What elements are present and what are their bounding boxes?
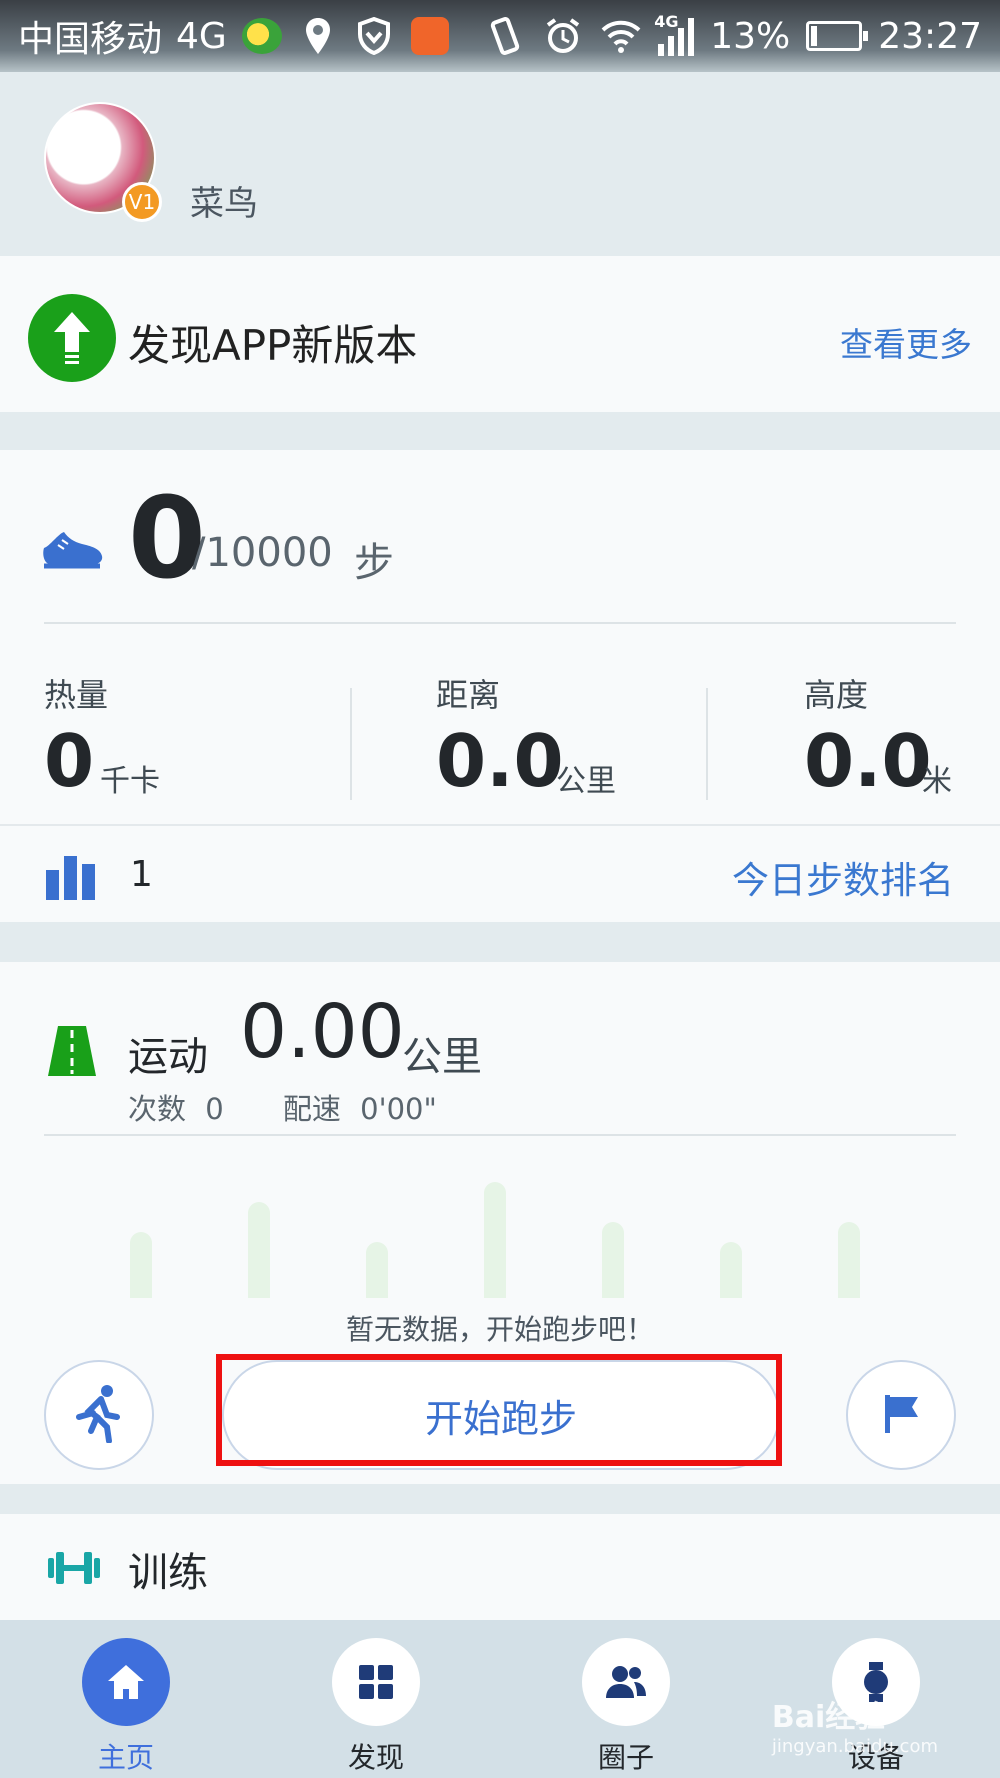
- update-banner[interactable]: 发现APP新版本 查看更多: [0, 256, 1000, 412]
- placeholder-bar: [602, 1222, 624, 1298]
- signal-icon: 4G: [654, 12, 695, 56]
- upload-arrow-icon: [28, 294, 116, 382]
- sport-distance: 0.00: [240, 989, 405, 1075]
- empty-message: 暂无数据，开始跑步吧！: [345, 1313, 654, 1346]
- placeholder-bar: [720, 1242, 742, 1298]
- pace-label: 配速: [282, 1092, 341, 1126]
- training-card[interactable]: 训练: [0, 1514, 1000, 1620]
- step-goal: /10000: [192, 530, 333, 576]
- altitude-label: 高度: [804, 676, 869, 714]
- profile-header: V1 菜鸟: [0, 72, 1000, 256]
- calories-value: 0: [44, 719, 95, 803]
- running-mode-button[interactable]: [44, 1360, 154, 1470]
- start-running-button[interactable]: 开始跑步: [222, 1360, 780, 1470]
- road-icon: [46, 1024, 98, 1082]
- tab-label: 发现: [347, 1741, 404, 1774]
- divider: [44, 622, 956, 624]
- rank-value: 1: [130, 854, 153, 895]
- distance-unit: 公里: [556, 764, 616, 799]
- sport-label: 运动: [128, 1034, 208, 1080]
- daily-step-ranking-link[interactable]: 今日步数排名: [732, 850, 954, 904]
- divider: [350, 688, 352, 800]
- calories-label: 热量: [44, 676, 109, 714]
- placeholder-bar: [248, 1202, 270, 1298]
- flag-icon: [879, 1391, 923, 1439]
- location-icon: [297, 15, 339, 57]
- placeholder-bar: [838, 1222, 860, 1298]
- shield-icon: [353, 15, 395, 57]
- altitude-unit: 米: [922, 764, 952, 799]
- tab-label: 圈子: [597, 1741, 654, 1774]
- tab-discover[interactable]: 发现: [306, 1638, 446, 1778]
- tab-home[interactable]: 主页: [56, 1638, 196, 1778]
- alarm-icon: [542, 15, 584, 57]
- tab-label: 主页: [97, 1741, 154, 1774]
- username[interactable]: 菜鸟: [190, 176, 258, 225]
- update-title: 发现APP新版本: [128, 321, 418, 370]
- step-rank-row[interactable]: 1 今日步数排名: [0, 824, 1000, 922]
- distance-value: 0.0: [436, 719, 564, 803]
- distance-label: 距离: [436, 676, 501, 714]
- runner-icon: [71, 1383, 127, 1447]
- bar-chart-icon: [46, 856, 95, 900]
- home-icon: [82, 1638, 170, 1726]
- divider: [706, 688, 708, 800]
- vibrate-icon: [484, 15, 526, 57]
- grid-icon: [332, 1638, 420, 1726]
- watermark-url: jingyan.baidu.com: [771, 1736, 938, 1757]
- training-label: 训练: [128, 1550, 208, 1596]
- sport-card: 运动 0.00 公里 次数 0 配速 0'00" 暂无数据，开始跑步吧！ 开始跑…: [0, 962, 1000, 1484]
- level-badge: V1: [122, 182, 162, 222]
- carrier-label: 中国移动: [18, 19, 163, 60]
- sport-summary: 次数 0 配速 0'00": [128, 1086, 487, 1128]
- sneaker-icon: [40, 528, 104, 578]
- app-icon: [409, 15, 451, 57]
- network-label: 4G: [176, 15, 227, 57]
- clock: 23:27: [878, 15, 982, 57]
- placeholder-bar: [130, 1232, 152, 1298]
- app-notification-icon: [241, 15, 283, 57]
- altitude-value: 0.0: [804, 719, 932, 803]
- steps-card: 0 /10000 步 热量 0 千卡 距离 0.0 公里 高度 0.0 米 1 …: [0, 450, 1000, 922]
- divider: [44, 1134, 956, 1136]
- pace-value: 0'00": [360, 1092, 437, 1126]
- count-value: 0: [205, 1092, 224, 1126]
- dumbbell-icon: [44, 1550, 104, 1590]
- see-more-link[interactable]: 查看更多: [840, 318, 972, 366]
- watermark-logo: Bai经验: [771, 1700, 886, 1735]
- battery-icon: [806, 21, 869, 51]
- calories-unit: 千卡: [100, 764, 160, 799]
- people-icon: [582, 1638, 670, 1726]
- battery-percent: 13%: [710, 15, 791, 57]
- goal-flag-button[interactable]: [846, 1360, 956, 1470]
- tab-circle[interactable]: 圈子: [556, 1638, 696, 1778]
- watermark: Bai经验 jingyan.baidu.com: [772, 1692, 938, 1757]
- placeholder-bar: [484, 1182, 506, 1298]
- status-bar: 中国移动 4G 4G 13% 23:27: [0, 0, 1000, 72]
- wifi-icon: [600, 15, 642, 57]
- step-unit: 步: [354, 540, 394, 586]
- sport-unit: 公里: [402, 1034, 482, 1080]
- count-label: 次数: [128, 1092, 187, 1126]
- placeholder-bar: [366, 1242, 388, 1298]
